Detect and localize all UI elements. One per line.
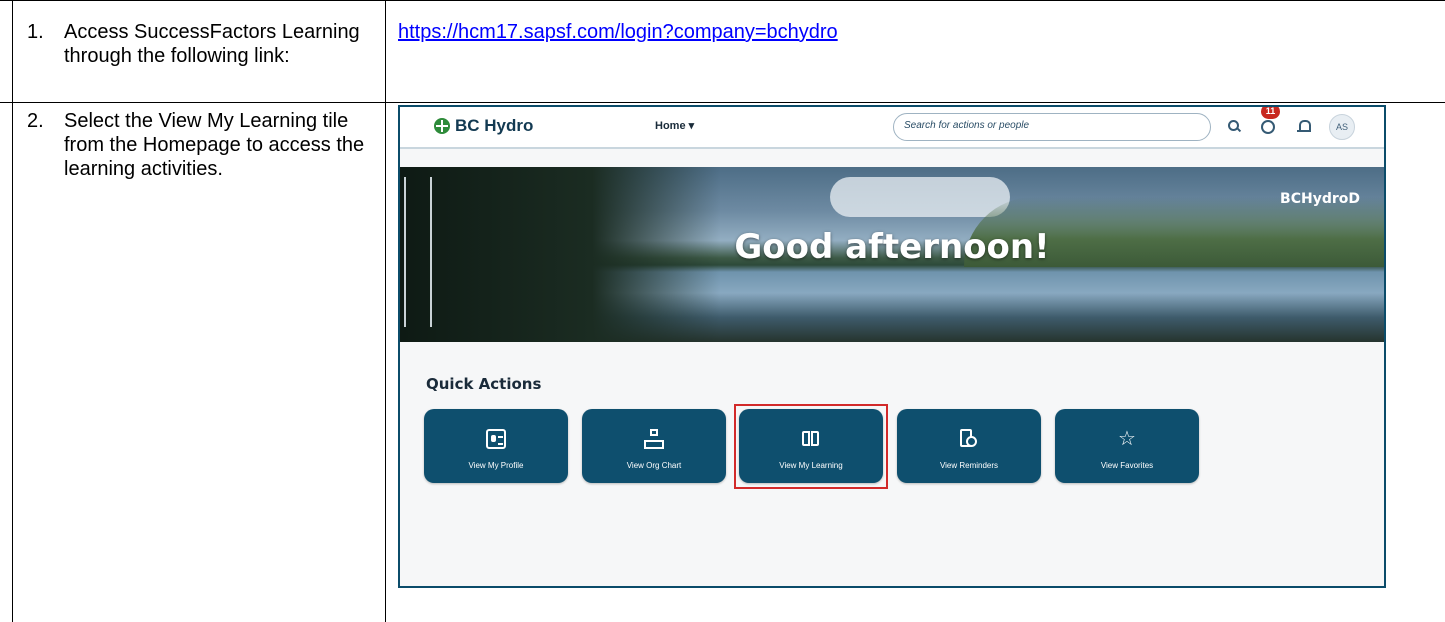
reminder-clock-icon: [959, 429, 979, 449]
tile-label: View My Profile: [468, 461, 524, 470]
tile-label: View Favorites: [1100, 461, 1154, 470]
home-menu-label: Home: [655, 120, 686, 132]
view-my-profile-tile[interactable]: View My Profile: [424, 409, 568, 483]
welcome-banner: BCHydroD Good afternoon!: [400, 167, 1384, 342]
search-placeholder: Search for actions or people: [904, 120, 1030, 131]
quick-actions-title: Quick Actions: [426, 375, 542, 393]
view-org-chart-tile[interactable]: View Org Chart: [582, 409, 726, 483]
chevron-down-icon: ▾: [688, 120, 695, 132]
bc-hydro-logo-icon: [434, 118, 450, 134]
star-list-icon: ☆: [1118, 428, 1136, 450]
view-favorites-tile[interactable]: ☆ View Favorites: [1055, 409, 1199, 483]
step-text: Access SuccessFactors Learning through t…: [64, 21, 360, 67]
view-reminders-tile[interactable]: View Reminders: [897, 409, 1041, 483]
step-number: 1.: [27, 21, 44, 43]
table-left-border: [12, 0, 13, 622]
logo-text: BC Hydro: [455, 116, 534, 135]
tenant-label: BCHydroD: [1280, 191, 1360, 207]
table-column-divider: [385, 0, 386, 622]
table-top-border: [0, 0, 1445, 1]
home-menu-button[interactable]: Home ▾: [655, 119, 694, 132]
banner-cloud: [830, 177, 1010, 217]
login-link[interactable]: https://hcm17.sapsf.com/login?company=bc…: [398, 20, 838, 44]
org-chart-icon: [644, 429, 664, 449]
todo-count-badge: 11: [1261, 107, 1280, 119]
tile-label: View Reminders: [939, 461, 999, 470]
search-icon[interactable]: [1223, 115, 1245, 137]
profile-card-icon: [486, 429, 506, 449]
step-number: 2.: [27, 110, 44, 132]
highlight-box: [734, 404, 888, 489]
table-row-divider: [0, 102, 1445, 103]
step-text: Select the View My Learning tile from th…: [64, 110, 365, 180]
successfactors-screenshot: BC Hydro Home ▾ Search for actions or pe…: [398, 105, 1386, 588]
search-input[interactable]: Search for actions or people: [893, 113, 1211, 141]
top-navigation-bar: BC Hydro Home ▾ Search for actions or pe…: [400, 107, 1384, 149]
tile-label: View Org Chart: [626, 461, 682, 470]
avatar[interactable]: AS: [1329, 114, 1355, 140]
bc-hydro-logo[interactable]: BC Hydro: [434, 116, 533, 136]
bell-icon[interactable]: [1293, 115, 1315, 137]
greeting-text: Good afternoon!: [734, 227, 1050, 267]
